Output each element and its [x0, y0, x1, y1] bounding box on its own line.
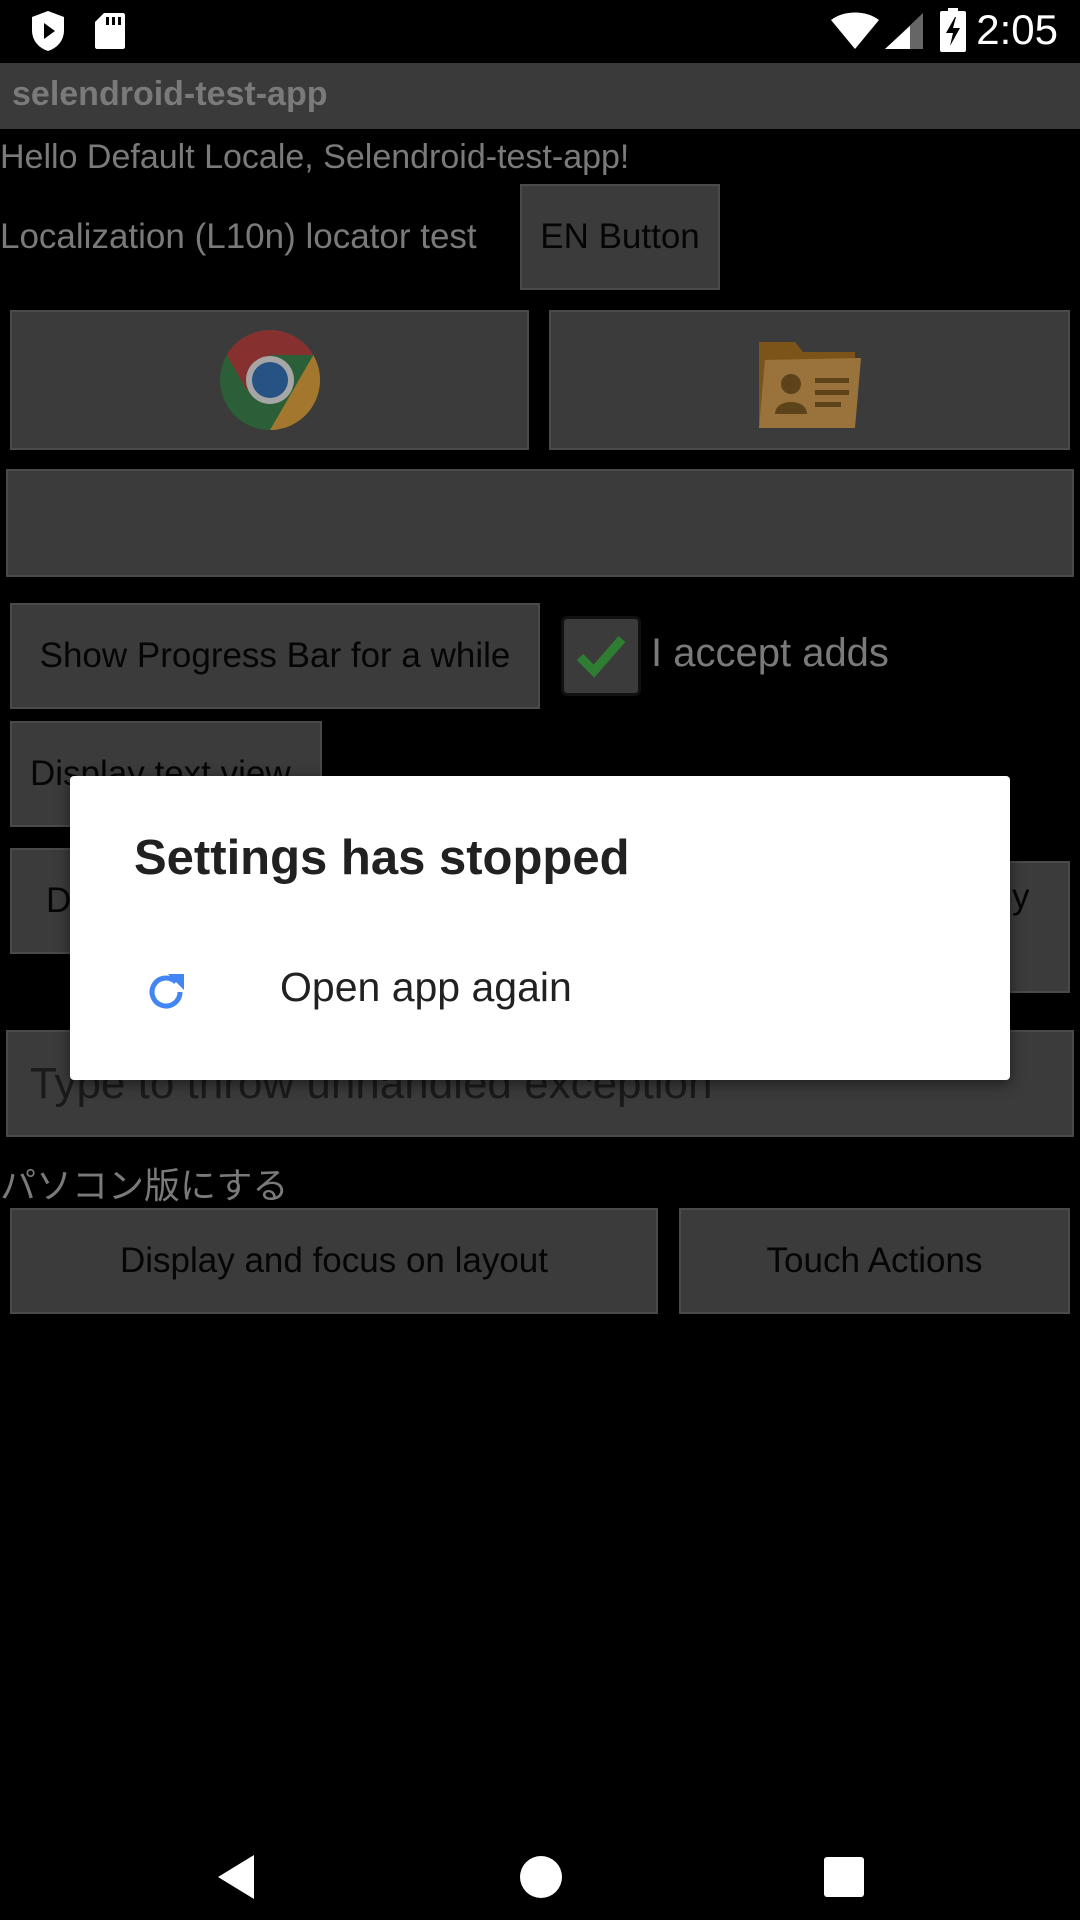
wifi-icon [831, 12, 879, 49]
status-bar: 2:05 [0, 0, 1080, 63]
touch-actions-label: Touch Actions [766, 1241, 983, 1280]
open-app-again-label: Open app again [280, 964, 572, 1010]
hello-text: Hello Default Locale, Selendroid-test-ap… [0, 138, 630, 176]
l10n-label: Localization (L10n) locator test [0, 217, 477, 256]
home-icon[interactable] [519, 1855, 563, 1899]
chrome-icon [219, 330, 320, 430]
app-stopped-dialog: Settings has stopped Open app again [70, 776, 1010, 1080]
display-focus-layout-button[interactable]: Display and focus on layout [10, 1208, 658, 1314]
recents-icon[interactable] [824, 1857, 864, 1897]
dialog-title: Settings has stopped [134, 831, 630, 885]
accept-adds-label: I accept adds [651, 631, 889, 675]
cell-signal-icon [885, 13, 923, 49]
accept-adds-checkbox[interactable] [561, 616, 641, 696]
partial-button-right-label: y [1012, 877, 1030, 916]
refresh-icon [149, 974, 184, 1009]
open-app-again-option[interactable]: Open app again [70, 952, 1010, 1072]
text-input[interactable] [6, 469, 1074, 577]
chrome-image-button[interactable] [10, 310, 529, 450]
en-button[interactable]: EN Button [520, 184, 720, 290]
show-progress-bar-button[interactable]: Show Progress Bar for a while [10, 603, 540, 709]
sd-card-icon [95, 13, 125, 49]
en-button-label: EN Button [540, 217, 700, 256]
action-bar: selendroid-test-app [0, 63, 1080, 129]
show-progress-label: Show Progress Bar for a while [39, 636, 511, 675]
checkmark-icon [576, 636, 626, 678]
display-focus-layout-label: Display and focus on layout [119, 1241, 549, 1280]
contacts-image-button[interactable] [549, 310, 1070, 450]
folder-contact-icon [758, 342, 861, 428]
back-icon[interactable] [214, 1853, 258, 1901]
app-title: selendroid-test-app [12, 75, 328, 113]
battery-charging-icon [940, 8, 966, 52]
touch-actions-button[interactable]: Touch Actions [679, 1208, 1070, 1314]
partial-button-left-label: D [46, 881, 72, 920]
status-time: 2:05 [976, 6, 1058, 53]
shield-notification-icon [32, 11, 64, 51]
japanese-link[interactable]: パソコン版にする [0, 1157, 288, 1209]
navigation-bar [0, 1833, 1080, 1920]
